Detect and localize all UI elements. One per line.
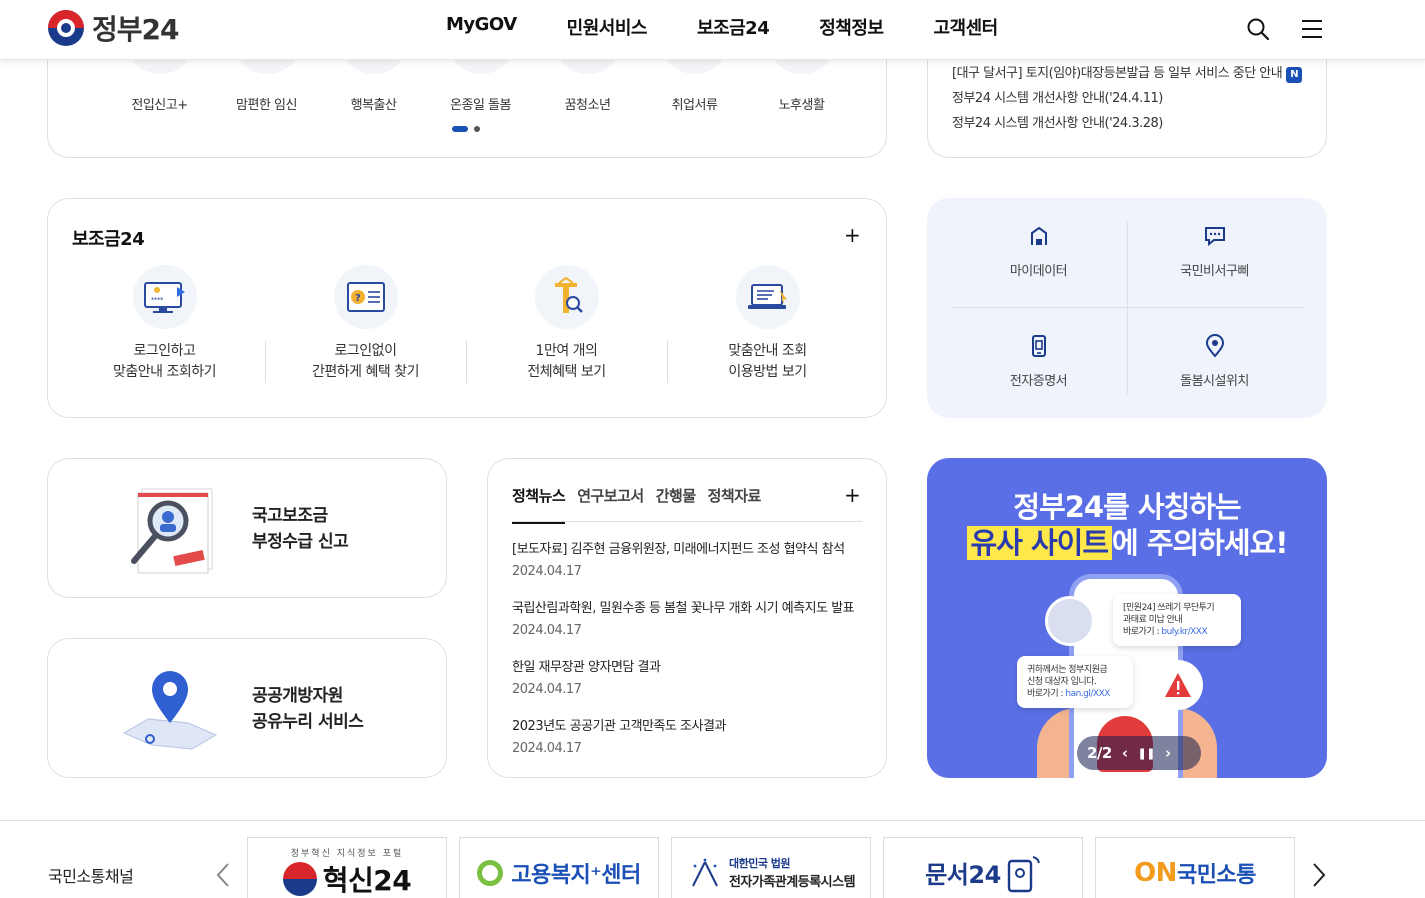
- news-item[interactable]: [보도자료] 김주현 금융위원장, 미래에너지펀드 조성 협약식 참석 2024.…: [512, 541, 862, 600]
- benefit-search-icon: [534, 265, 599, 329]
- channel-on-people-communication[interactable]: ON 국민소통: [1095, 837, 1295, 898]
- mydata-icon: [1027, 224, 1051, 248]
- notice-item[interactable]: 정부24 시스템 개선사항 안내('24.3.28): [952, 114, 1302, 139]
- laptop-guide-icon: [735, 265, 800, 329]
- location-pin-icon: [1203, 334, 1227, 358]
- tab-policy-materials[interactable]: 정책자료: [708, 485, 762, 524]
- taegeuk-logo-icon: [48, 10, 84, 46]
- notice-list: [대구 달서구] 토지(임야)대장등본발급 등 일부 서비스 중단 안내 N 정부…: [952, 64, 1303, 139]
- site-logo[interactable]: 정부24: [48, 8, 179, 48]
- service-care-facility-location[interactable]: 돌봄시설위치: [1127, 308, 1302, 418]
- life-service-item[interactable]: 행복출산: [320, 4, 427, 113]
- nav-subsidy24[interactable]: 보조금24: [697, 14, 770, 40]
- news-more-plus-icon[interactable]: +: [844, 485, 861, 505]
- nav-mygov[interactable]: MyGOV: [446, 14, 517, 40]
- taegeuk-icon: [282, 862, 317, 896]
- quick-services-panel: 마이데이터 국민비서구삐 전자증명서 돌봄시설위치: [927, 198, 1327, 418]
- fraud-report-text: 국고보조금 부정수급 신고: [252, 506, 349, 552]
- subsidy-no-login-search[interactable]: ? 로그인없이 간편하게 혜택 찾기: [265, 265, 466, 383]
- channel-innovation24[interactable]: 정부혁신 지식정보 포털 혁신24: [247, 837, 447, 898]
- policy-news-panel: 정책뉴스 연구보고서 간행물 정책자료 + [보도자료] 김주현 금융위원장, …: [487, 458, 887, 778]
- e-certificate-icon: [1027, 334, 1051, 358]
- page-dot[interactable]: [474, 126, 480, 132]
- banner-controls: 2/2 ‹ ❚❚ ›: [1077, 736, 1201, 770]
- banner-pause-icon[interactable]: ❚❚: [1138, 747, 1156, 760]
- site-header: 정부24 MyGOV 민원서비스 보조금24 정책정보 고객센터: [0, 0, 1425, 60]
- logo-text: 정부24: [92, 13, 179, 46]
- channel-family-registry[interactable]: 대한민국 법원 전자가족관계등록시스템: [671, 837, 871, 898]
- page-dot-active[interactable]: [452, 126, 468, 132]
- subsidy-how-to-use[interactable]: 맞춤안내 조회 이용방법 보기: [667, 265, 868, 383]
- tab-publications[interactable]: 간행물: [656, 485, 696, 524]
- search-icon[interactable]: [1243, 14, 1273, 44]
- public-resource-card[interactable]: 공공개방자원 공유누리 서비스: [47, 638, 447, 778]
- service-national-secretary[interactable]: 국민비서구삐: [1127, 198, 1302, 308]
- subsidy-more-plus-icon[interactable]: +: [844, 225, 861, 245]
- menu-icon[interactable]: [1297, 14, 1327, 44]
- channels-next-icon[interactable]: [1310, 861, 1334, 893]
- public-resource-text: 공공개방자원 공유누리 서비스: [252, 686, 364, 732]
- communication-channels-bar: 국민소통채널 정부혁신 지식정보 포털 혁신24 고용복지⁺센터 대한민국 법원…: [0, 820, 1425, 898]
- banner-next-icon[interactable]: ›: [1165, 744, 1171, 762]
- sms-bubble: 귀하께서는 정부지원금 신청 대상자 입니다. 바로가기 : han.gl/XX…: [1017, 656, 1133, 708]
- life-service-item[interactable]: 전입신고+: [106, 4, 213, 113]
- subsidy24-panel: 보조금24 + **** 로그인하고 맞춤안내 조회하기 ? 로그인없이 간편하…: [47, 198, 887, 418]
- tab-policy-news[interactable]: 정책뉴스: [512, 485, 566, 524]
- svg-text:****: ****: [151, 296, 164, 304]
- banner-prev-icon[interactable]: ‹: [1122, 744, 1128, 762]
- fraud-report-card[interactable]: 국고보조금 부정수급 신고: [47, 458, 447, 598]
- chat-bubble-icon: [1203, 224, 1227, 248]
- life-service-item[interactable]: 꿈청소년: [534, 4, 641, 113]
- subsidy-login-lookup[interactable]: **** 로그인하고 맞춤안내 조회하기: [64, 265, 265, 383]
- map-pin-illustration: [120, 665, 220, 755]
- question-document-icon: ?: [333, 265, 398, 329]
- court-logo-icon: [687, 858, 723, 888]
- svg-text:?: ?: [355, 293, 361, 304]
- service-mydata[interactable]: 마이데이터: [951, 198, 1126, 308]
- news-item[interactable]: 2023년도 공공기관 고객만족도 조사결과 2024.04.17: [512, 718, 862, 777]
- phishing-warning-banner[interactable]: 정부24를 사칭하는 유사 사이트 에 주의하세요! [민원24] 쓰레기 무단투…: [927, 458, 1327, 778]
- sms-bubble: [민원24] 쓰레기 무단투기 과태료 미납 안내 바로가기 : buly.kr…: [1113, 594, 1241, 646]
- banner-pager: 2/2: [1087, 744, 1112, 762]
- new-badge: N: [1286, 67, 1303, 83]
- monitor-login-icon: ****: [132, 265, 197, 329]
- channels-label: 국민소통채널: [48, 867, 134, 886]
- employment-welfare-logo-icon: [477, 859, 504, 886]
- nav-civil-service[interactable]: 민원서비스: [567, 14, 648, 40]
- warning-icon: [1153, 660, 1203, 710]
- carousel-pagination: [452, 126, 480, 132]
- divider: [512, 521, 862, 522]
- life-service-item[interactable]: 온종일 돌봄: [427, 4, 534, 113]
- life-service-list: 전입신고+ 맘편한 임신 행복출산 온종일 돌봄 꿈청소년 취업서류 노후생활: [106, 4, 855, 113]
- news-item[interactable]: 한일 재무장관 양자면담 결과 2024.04.17: [512, 659, 862, 718]
- magnifier-report-illustration: [120, 485, 220, 575]
- service-e-certificate[interactable]: 전자증명서: [951, 308, 1126, 418]
- document-phone-icon: [1005, 853, 1041, 893]
- channel-document24[interactable]: 문서24: [883, 837, 1083, 898]
- news-tabs: 정책뉴스 연구보고서 간행물 정책자료: [512, 485, 761, 524]
- main-nav: MyGOV 민원서비스 보조금24 정책정보 고객센터: [446, 14, 1048, 40]
- banner-subheadline: 유사 사이트 에 주의하세요!: [927, 520, 1327, 562]
- life-service-item[interactable]: 취업서류: [641, 4, 748, 113]
- news-list: [보도자료] 김주현 금융위원장, 미래에너지펀드 조성 협약식 참석 2024.…: [512, 541, 862, 777]
- life-service-item[interactable]: 노후생활: [748, 4, 855, 113]
- channel-employment-welfare[interactable]: 고용복지⁺센터: [459, 837, 659, 898]
- shield-icon: [1045, 596, 1095, 646]
- news-item[interactable]: 국립산림과학원, 밀원수종 등 봄철 꽃나무 개화 시기 예측지도 발표 2024…: [512, 600, 862, 659]
- subsidy-all-benefits[interactable]: 1만여 개의 전체혜택 보기: [466, 265, 667, 383]
- notice-item[interactable]: [대구 달서구] 토지(임야)대장등본발급 등 일부 서비스 중단 안내 N: [952, 64, 1303, 89]
- subsidy24-title: 보조금24: [72, 229, 145, 250]
- nav-policy-info[interactable]: 정책정보: [819, 14, 884, 40]
- subsidy-actions: **** 로그인하고 맞춤안내 조회하기 ? 로그인없이 간편하게 혜택 찾기 …: [64, 265, 868, 383]
- tab-research-report[interactable]: 연구보고서: [577, 485, 644, 524]
- life-service-item[interactable]: 맘편한 임신: [213, 4, 320, 113]
- channels-prev-icon[interactable]: [214, 861, 238, 893]
- nav-customer-center[interactable]: 고객센터: [933, 14, 998, 40]
- notice-item[interactable]: 정부24 시스템 개선사항 안내('24.4.11): [952, 89, 1302, 114]
- header-actions: [1243, 14, 1327, 44]
